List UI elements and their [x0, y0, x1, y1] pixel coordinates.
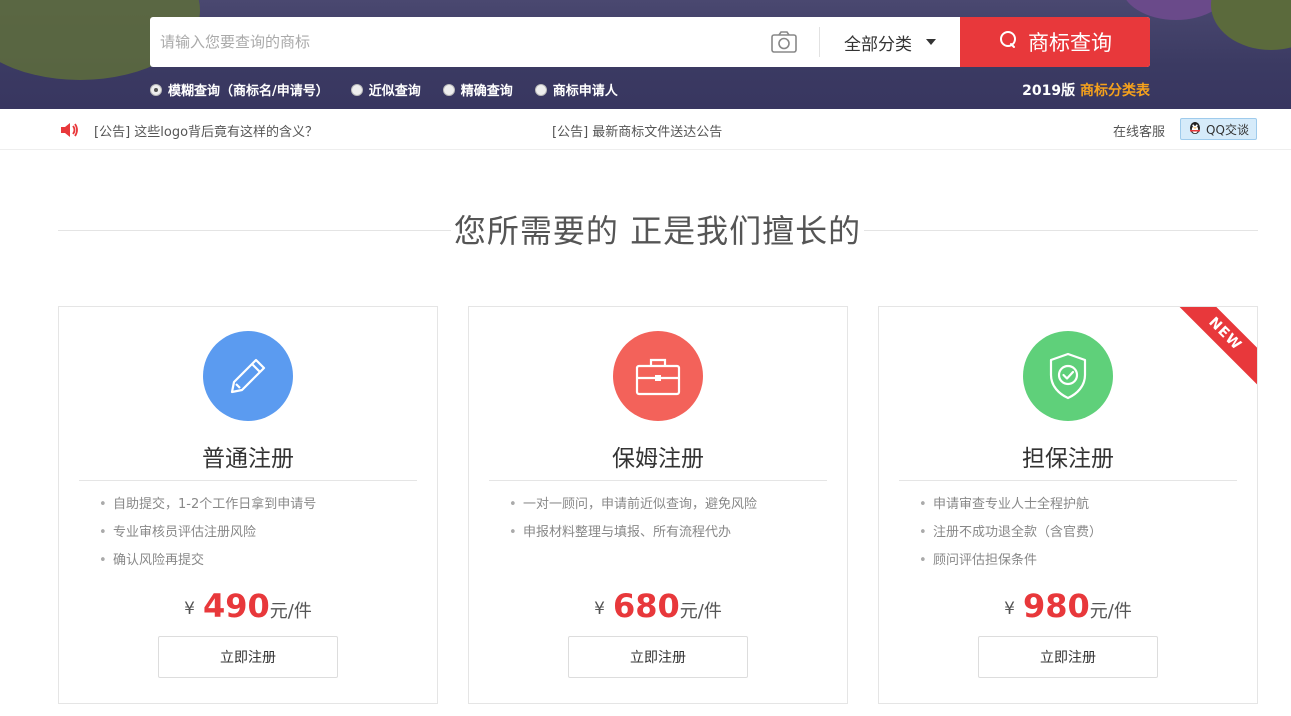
plan-card-guarantee: NEW 担保注册 申请审查专业人士全程护航 注册不成功退全款（含官费） 顾问评估… — [878, 306, 1258, 704]
search-option-label: 近似查询 — [368, 84, 421, 99]
plan-card-nanny: 保姆注册 一对一顾问，申请前近似查询，避免风险 申报材料整理与填报、所有流程代办… — [468, 306, 848, 704]
plan-price: ¥490元/件 — [59, 587, 437, 625]
feature-list: 自助提交，1-2个工作日拿到申请号 专业审核员评估注册风险 确认风险再提交 — [99, 495, 316, 579]
classification-year: 2019版 — [1022, 83, 1076, 99]
search-option-fuzzy[interactable]: 模糊查询（商标名/申请号） — [150, 80, 329, 99]
trademark-search-button[interactable]: 商标查询 — [960, 17, 1150, 67]
currency-symbol: ¥ — [1004, 599, 1015, 619]
search-mode-options: 模糊查询（商标名/申请号） 近似查询 精确查询 商标申请人 — [150, 80, 618, 99]
register-button[interactable]: 立即注册 — [568, 636, 748, 678]
search-button-label: 商标查询 — [1028, 31, 1112, 55]
heading-divider — [58, 230, 451, 231]
new-badge: NEW — [1173, 307, 1257, 386]
feature-item: 注册不成功退全款（含官费） — [919, 523, 1102, 551]
price-value: 980 — [1022, 587, 1090, 625]
currency-symbol: ¥ — [594, 599, 605, 619]
feature-list: 一对一顾问，申请前近似查询，避免风险 申报材料整理与填报、所有流程代办 — [509, 495, 757, 551]
plan-price: ¥680元/件 — [469, 587, 847, 625]
category-select[interactable]: 全部分类 — [820, 17, 960, 67]
heading-divider — [864, 230, 1258, 231]
notice-link[interactable]: [公告] 这些logo背后竟有这样的含义？ — [94, 121, 318, 140]
price-value: 680 — [612, 587, 680, 625]
feature-item: 自助提交，1-2个工作日拿到申请号 — [99, 495, 316, 523]
banner-decoration — [1211, 0, 1291, 50]
currency-symbol: ¥ — [184, 599, 195, 619]
search-option-label: 模糊查询（商标名/申请号） — [168, 84, 329, 99]
price-unit: 元/件 — [679, 601, 722, 622]
price-value: 490 — [202, 587, 270, 625]
feature-item: 申请审查专业人士全程护航 — [919, 495, 1102, 523]
section-title: 您所需要的 正是我们擅长的 — [453, 212, 862, 250]
divider — [899, 480, 1237, 481]
feature-list: 申请审查专业人士全程护航 注册不成功退全款（含官费） 顾问评估担保条件 — [919, 495, 1102, 579]
register-button[interactable]: 立即注册 — [158, 636, 338, 678]
speaker-icon — [60, 121, 80, 139]
classification-table-link[interactable]: 商标分类表 — [1080, 83, 1150, 99]
feature-item: 顾问评估担保条件 — [919, 551, 1102, 579]
search-option-exact[interactable]: 精确查询 — [442, 80, 513, 99]
shield-check-icon — [1023, 331, 1113, 421]
chevron-down-icon — [926, 39, 936, 45]
camera-icon[interactable] — [770, 30, 798, 54]
qq-chat-button[interactable]: QQ交谈 — [1180, 118, 1257, 140]
search-box: 全部分类 商标查询 — [150, 17, 1150, 67]
classification-table: 2019版 商标分类表 — [1022, 80, 1150, 100]
search-option-label: 精确查询 — [460, 84, 513, 99]
feature-item: 专业审核员评估注册风险 — [99, 523, 316, 551]
notice-bar: [公告] 这些logo背后竟有这样的含义？ [公告] 最新商标文件送达公告 在线… — [0, 109, 1291, 150]
radio-icon — [534, 83, 547, 96]
notice-link[interactable]: [公告] 最新商标文件送达公告 — [552, 121, 722, 140]
search-option-applicant[interactable]: 商标申请人 — [534, 80, 618, 99]
qq-chat-label: QQ交谈 — [1206, 122, 1249, 137]
register-button[interactable]: 立即注册 — [978, 636, 1158, 678]
search-icon — [998, 29, 1020, 56]
online-service-label: 在线客服 — [1113, 125, 1166, 140]
search-banner: 全部分类 商标查询 模糊查询（商标名/申请号） 近似查询 精确查询 — [0, 0, 1291, 109]
search-option-similar[interactable]: 近似查询 — [350, 80, 421, 99]
category-select-label: 全部分类 — [844, 34, 912, 55]
feature-item: 申报材料整理与填报、所有流程代办 — [509, 523, 757, 551]
divider — [489, 480, 827, 481]
divider — [79, 480, 417, 481]
plan-price: ¥980元/件 — [879, 587, 1257, 625]
price-unit: 元/件 — [1089, 601, 1132, 622]
plan-title: 保姆注册 — [612, 446, 704, 472]
pencil-icon — [203, 331, 293, 421]
search-input[interactable] — [150, 17, 760, 67]
plan-title: 普通注册 — [202, 446, 294, 472]
penguin-icon — [1188, 120, 1202, 138]
search-option-label: 商标申请人 — [552, 84, 618, 99]
radio-icon — [442, 83, 455, 96]
feature-item: 确认风险再提交 — [99, 551, 316, 579]
price-unit: 元/件 — [269, 601, 312, 622]
radio-icon — [150, 83, 162, 96]
plan-title: 担保注册 — [1022, 446, 1114, 472]
briefcase-icon — [613, 331, 703, 421]
radio-icon — [350, 83, 363, 96]
feature-item: 一对一顾问，申请前近似查询，避免风险 — [509, 495, 757, 523]
plan-card-standard: 普通注册 自助提交，1-2个工作日拿到申请号 专业审核员评估注册风险 确认风险再… — [58, 306, 438, 704]
